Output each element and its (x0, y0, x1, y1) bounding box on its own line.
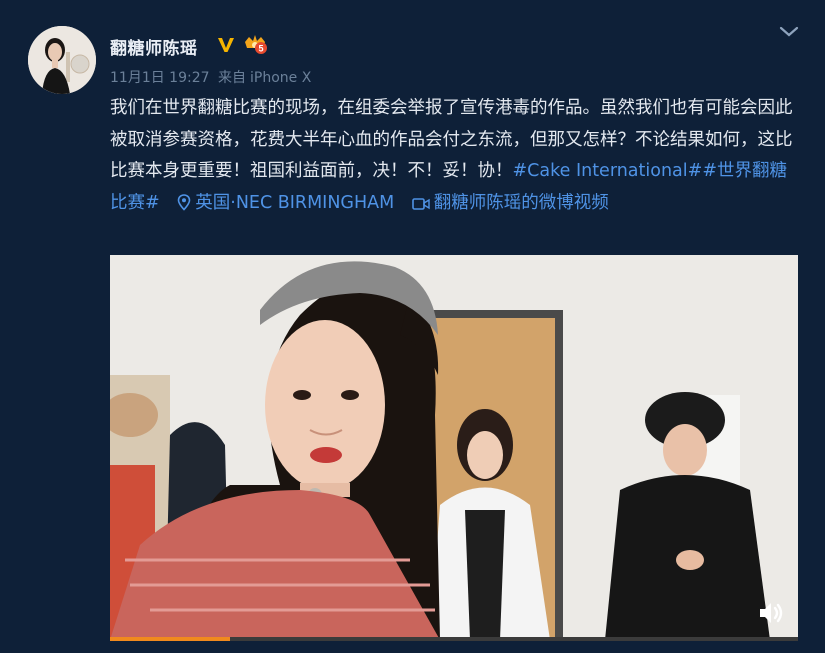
weibo-post: 翻糖师陈瑶 5 11月1日 19:27 来自 iPhone X 我们在世界翻糖比赛… (0, 0, 825, 653)
vip-crown-icon[interactable]: 5 (242, 33, 268, 55)
speaker-muted-icon[interactable] (757, 600, 785, 626)
hashtag-cake-international[interactable]: #Cake International# (513, 161, 703, 181)
device-name: iPhone X (249, 70, 312, 86)
username[interactable]: 翻糖师陈瑶 (110, 34, 198, 59)
avatar-image (28, 26, 96, 94)
video-camera-icon (411, 197, 430, 210)
video-player[interactable] (110, 255, 798, 640)
post-text: 我们在世界翻糖比赛的现场，在组委会举报了宣传港毒的作品。虽然我们也有可能会因此被… (110, 93, 800, 219)
location-pin-icon (177, 193, 191, 211)
timestamp[interactable]: 11月1日 19:27 (110, 70, 210, 86)
verified-v-icon (218, 38, 234, 52)
video-progress-bar[interactable] (110, 637, 798, 641)
video-frame (110, 255, 798, 640)
post-meta: 11月1日 19:27 来自 iPhone X (110, 67, 315, 87)
video-progress-fill (110, 637, 231, 641)
video-source-link[interactable]: 翻糖师陈瑶的微博视频 (434, 193, 609, 213)
source-prefix: 来自 (217, 70, 246, 86)
location-link[interactable]: 英国·NEC BIRMINGHAM (195, 193, 394, 213)
avatar[interactable] (28, 26, 96, 94)
vip-level: 5 (258, 44, 263, 54)
chevron-down-icon[interactable] (778, 24, 800, 40)
